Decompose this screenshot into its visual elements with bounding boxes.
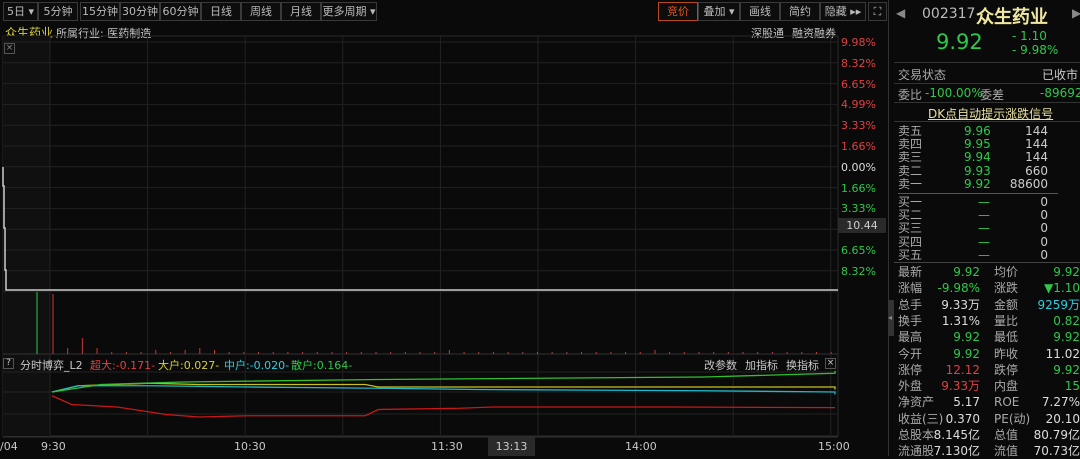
price-axis-label: 8.32%	[841, 264, 876, 278]
status-label: 交易状态	[898, 68, 947, 82]
chart-frame	[2, 35, 839, 437]
bid-row: 买五 —0	[898, 247, 1048, 262]
time-label: 11:30	[431, 440, 463, 453]
stock-title: 众生药业	[976, 7, 1048, 28]
price-change: - 1.10	[1012, 29, 1047, 43]
bid-row: 买四 —0	[898, 234, 1048, 249]
divider	[894, 83, 1080, 84]
divider	[894, 121, 1080, 122]
panel-divider	[888, 0, 889, 456]
auction-pane	[3, 36, 50, 436]
price-axis-label: 6.65%	[841, 77, 876, 91]
price-axis-label: 1.66%	[841, 181, 876, 195]
time-label: 9:30	[41, 440, 66, 453]
price-change-pct: - 9.98%	[1012, 43, 1059, 57]
bid-row: 买一 —0	[898, 195, 1048, 209]
price-axis-label: 6.65%	[841, 244, 876, 257]
stat-row: 收益(三) 0.370 PE(动) 20.10	[898, 411, 1080, 426]
price-axis-label: 3.33%	[841, 202, 876, 216]
price-axis-label: 0.00%	[841, 160, 876, 174]
bid-row: 买三 —0	[898, 221, 1048, 236]
next-stock-icon[interactable]: ▶	[1072, 6, 1080, 20]
legend-super: 超大:-0.171-	[90, 359, 156, 372]
wb-label: 委比	[898, 88, 923, 102]
last-price: 9.92	[936, 30, 983, 54]
panel-toggle-handle[interactable]: ◂	[888, 300, 894, 336]
close-auction-icon[interactable]: ×	[4, 43, 15, 54]
divider	[894, 102, 1080, 103]
price-axis-label: 3.33%	[841, 119, 876, 133]
price-axis-label: 4.99%	[841, 98, 876, 112]
stat-row: 总手 9.33万 金额 9259万	[898, 297, 1080, 312]
status-value: 已收市	[1042, 68, 1079, 82]
stat-row: 涨停 12.12 跌停 9.92	[898, 362, 1080, 377]
price-axis-label: 1.66%	[841, 140, 876, 153]
divider	[894, 62, 1080, 63]
stat-row: 最新 9.92 均价 9.92	[898, 265, 1080, 279]
stat-row: 外盘 9.33万 内盘 15	[898, 379, 1080, 394]
stat-row: 换手 1.31% 量比 0.82	[898, 313, 1080, 328]
change-indicator-button[interactable]: 换指标	[786, 357, 819, 373]
bid-row: 买二 —0	[898, 208, 1048, 223]
stock-code: 002317	[922, 6, 976, 22]
time-label: 14:00	[625, 440, 657, 453]
stat-row: 最高 9.92 最低 9.92	[898, 330, 1080, 345]
price-axis-label: 8.32%	[841, 56, 876, 70]
cursor-price: 10.44	[838, 218, 886, 233]
ask-row: 卖一 9.92 88600	[898, 176, 1048, 191]
ask-row: 卖五 9.96 144	[898, 124, 1048, 138]
ask-row: 卖二 9.93 660	[898, 163, 1048, 178]
time-label: 10:30	[234, 440, 266, 453]
stat-row: 净资产 5.17 ROE 7.27%	[898, 395, 1080, 410]
legend-mid: 中户:-0.020-	[224, 359, 290, 372]
time-label: 15:00	[818, 440, 850, 453]
ask-row: 卖四 9.95 144	[898, 137, 1048, 152]
intraday-chart[interactable]	[0, 0, 888, 456]
price-line	[2, 167, 838, 291]
signal-link[interactable]: DK点自动提示涨跌信号	[928, 105, 1053, 122]
prev-stock-icon[interactable]: ◀	[896, 6, 905, 20]
cursor-time: 13:13	[488, 437, 535, 456]
divider	[894, 262, 1080, 263]
ask-row: 卖三 9.94 144	[898, 150, 1048, 165]
wb-value: -100.00%	[925, 86, 983, 100]
divider	[898, 193, 1058, 194]
edit-params-button[interactable]: 改参数	[704, 357, 737, 373]
stat-row: 总股本 8.145亿 总值 80.79亿	[898, 428, 1080, 442]
time-label-date: /04	[0, 440, 18, 453]
indicator-name[interactable]: 分时博弈_L2	[20, 357, 83, 373]
price-axis-label: 9.98%	[841, 36, 876, 49]
legend-retail: 散户:0.164-	[291, 359, 353, 372]
legend-big: 大户:0.027-	[158, 359, 220, 372]
stat-row: 流通股 7.130亿 流值 70.73亿	[898, 444, 1080, 459]
add-indicator-button[interactable]: 加指标	[745, 357, 778, 373]
close-indicator-icon[interactable]: ×	[825, 358, 836, 369]
wc-label: 委差	[980, 88, 1005, 102]
stat-row: 涨幅 -9.98% 涨跌 ▼1.10	[898, 281, 1080, 296]
wc-value: -89692	[1040, 86, 1080, 100]
help-icon[interactable]: ?	[3, 358, 14, 369]
stat-row: 今开 9.92 昨收 11.02	[898, 346, 1080, 361]
